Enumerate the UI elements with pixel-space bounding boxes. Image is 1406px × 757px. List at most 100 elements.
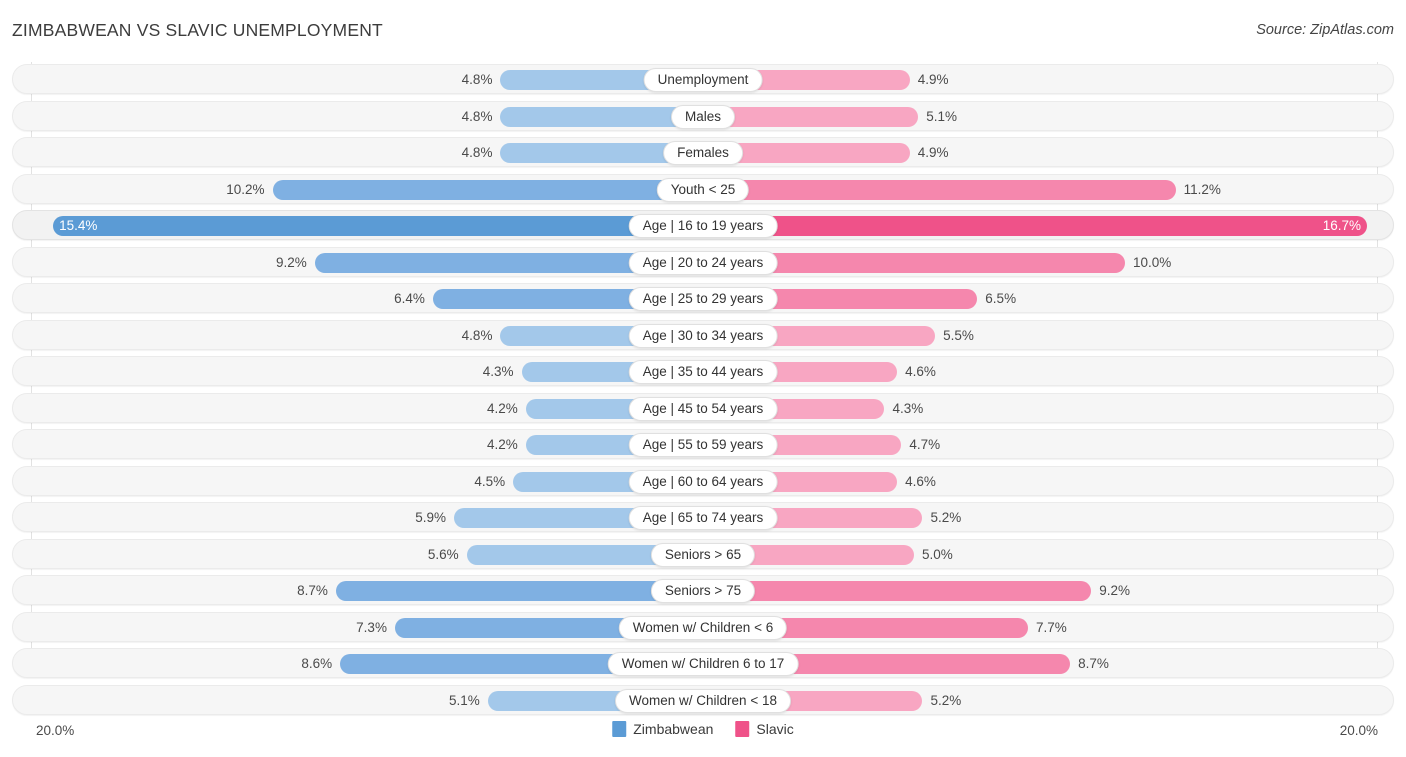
value-label-slavic: 5.1%: [926, 108, 957, 124]
table-row[interactable]: 4.8% 5.1% Males: [12, 100, 1394, 131]
bar-track: 8.7% 9.2% Seniors > 75: [13, 576, 1393, 604]
value-label-slavic: 9.2%: [1099, 583, 1131, 598]
legend-swatch-icon: [735, 721, 750, 737]
table-row[interactable]: 4.2% 4.7% Age | 55 to 59 years: [12, 429, 1394, 459]
bar-track: 4.2% 4.3% Age | 45 to 54 years: [13, 394, 1393, 422]
category-label-pill: Age | 16 to 19 years: [628, 214, 778, 238]
legend-item-blue[interactable]: Zimbabwean: [612, 721, 713, 737]
bar-track: 4.8% 4.9% Females: [13, 138, 1393, 166]
table-row[interactable]: 8.6% 8.7% Women w/ Children 6 to 17: [12, 648, 1394, 678]
chart-legend: Zimbabwean Slavic: [612, 721, 794, 737]
table-row[interactable]: 4.2% 4.3% Age | 45 to 54 years: [12, 392, 1394, 423]
axis-label-left: 20.0%: [36, 723, 75, 738]
table-row[interactable]: 5.1% 5.2% Women w/ Children < 18: [12, 684, 1394, 715]
bar-slavic: [703, 581, 1092, 601]
table-row[interactable]: 6.4% 6.5% Age | 25 to 29 years: [12, 283, 1394, 313]
value-label-zimbabwean: 4.3%: [482, 364, 514, 379]
value-label-slavic: 5.5%: [943, 327, 974, 343]
category-label-pill: Women w/ Children < 6: [618, 615, 788, 640]
bar-slavic: [703, 106, 919, 127]
bar-track: 4.3% 4.6% Age | 35 to 44 years: [13, 357, 1393, 385]
value-label-slavic: 11.2%: [1183, 181, 1221, 197]
legend-label: Slavic: [756, 721, 794, 737]
value-label-zimbabwean: 5.9%: [415, 510, 447, 525]
category-label-pill: Seniors > 75: [650, 579, 756, 603]
value-label-slavic: 6.5%: [985, 291, 1017, 306]
value-label-zimbabwean: 7.3%: [356, 619, 387, 635]
table-row[interactable]: 4.8% 4.9% Females: [12, 137, 1394, 167]
value-label-zimbabwean: 5.6%: [427, 546, 459, 562]
value-label-zimbabwean: 8.7%: [297, 583, 328, 598]
table-row[interactable]: 8.7% 9.2% Seniors > 75: [12, 575, 1394, 605]
category-label-pill: Age | 25 to 29 years: [628, 287, 778, 311]
value-label-zimbabwean: 4.8%: [461, 72, 493, 87]
category-label-pill: Women w/ Children 6 to 17: [607, 652, 799, 676]
table-row[interactable]: 5.9% 5.2% Age | 65 to 74 years: [12, 502, 1394, 532]
category-label-pill: Youth < 25: [656, 177, 750, 202]
bar-track: 9.2% 10.0% Age | 20 to 24 years: [13, 248, 1393, 276]
value-label-slavic: 10.0%: [1133, 254, 1172, 270]
value-label-slavic: 4.6%: [905, 364, 936, 379]
value-label-slavic: 5.2%: [930, 510, 962, 525]
page-title: ZIMBABWEAN VS SLAVIC UNEMPLOYMENT: [12, 20, 383, 40]
value-label-slavic: 4.9%: [917, 72, 949, 87]
category-label-pill: Females: [663, 141, 743, 165]
category-label-pill: Age | 35 to 44 years: [628, 360, 778, 384]
bar-slavic: [703, 179, 1176, 200]
value-label-zimbabwean: 4.8%: [461, 327, 493, 343]
legend-swatch-icon: [612, 721, 627, 737]
value-label-slavic: 4.3%: [892, 400, 924, 416]
bar-zimbabwean: [53, 216, 703, 236]
bar-track: 4.8% 4.9% Unemployment: [13, 65, 1393, 93]
bar-slavic: [703, 216, 1367, 236]
value-label-slavic: 5.2%: [930, 692, 962, 708]
bar-track: 4.5% 4.6% Age | 60 to 64 years: [13, 467, 1393, 495]
bar-track: 4.8% 5.1% Males: [13, 102, 1393, 130]
legend-label: Zimbabwean: [633, 721, 714, 737]
value-label-zimbabwean: 9.2%: [275, 254, 307, 270]
chart-footer: 20.0% 20.0% Zimbabwean Slavic: [0, 717, 1406, 749]
value-label-slavic: 4.6%: [905, 473, 936, 489]
bar-track: 5.1% 5.2% Women w/ Children < 18: [13, 686, 1393, 714]
table-row[interactable]: 4.8% 4.9% Unemployment: [12, 64, 1394, 94]
bar-rows-container: 4.8% 4.9% Unemployment 4.8% 5.1% Males 4.8% 4.9…: [12, 64, 1394, 721]
value-label-zimbabwean: 15.4%: [59, 218, 98, 233]
bar-zimbabwean: [272, 179, 703, 200]
value-label-zimbabwean: 8.6%: [301, 656, 333, 671]
category-label-pill: Males: [670, 104, 736, 129]
bar-track: 15.4% 16.7% Age | 16 to 19 years: [13, 211, 1393, 239]
table-row[interactable]: 15.4% 16.7% Age | 16 to 19 years: [12, 210, 1394, 240]
value-label-slavic: 16.7%: [1322, 218, 1361, 233]
table-row[interactable]: 7.3% 7.7% Women w/ Children < 6: [12, 611, 1394, 642]
axis-label-right: 20.0%: [1339, 723, 1378, 738]
table-row[interactable]: 10.2% 11.2% Youth < 25: [12, 173, 1394, 204]
value-label-zimbabwean: 5.1%: [449, 692, 480, 708]
bar-zimbabwean: [335, 581, 703, 601]
bar-track: 10.2% 11.2% Youth < 25: [13, 175, 1393, 203]
bar-track: 4.2% 4.7% Age | 55 to 59 years: [13, 430, 1393, 458]
value-label-zimbabwean: 4.2%: [486, 437, 518, 452]
table-row[interactable]: 4.3% 4.6% Age | 35 to 44 years: [12, 356, 1394, 386]
value-label-slavic: 4.9%: [917, 145, 949, 160]
category-label-pill: Age | 30 to 34 years: [628, 323, 778, 348]
value-label-zimbabwean: 6.4%: [394, 291, 425, 306]
value-label-zimbabwean: 4.5%: [474, 473, 506, 489]
value-label-zimbabwean: 4.8%: [461, 145, 493, 160]
table-row[interactable]: 9.2% 10.0% Age | 20 to 24 years: [12, 246, 1394, 277]
category-label-pill: Seniors > 65: [650, 542, 756, 567]
legend-item-pink[interactable]: Slavic: [735, 721, 794, 737]
category-label-pill: Age | 45 to 54 years: [628, 396, 778, 421]
category-label-pill: Age | 20 to 24 years: [628, 250, 778, 275]
value-label-slavic: 4.7%: [909, 437, 941, 452]
category-label-pill: Women w/ Children < 18: [615, 688, 791, 713]
category-label-pill: Age | 60 to 64 years: [628, 469, 778, 494]
bar-track: 4.8% 5.5% Age | 30 to 34 years: [13, 321, 1393, 349]
table-row[interactable]: 5.6% 5.0% Seniors > 65: [12, 538, 1394, 569]
bar-track: 5.9% 5.2% Age | 65 to 74 years: [13, 503, 1393, 531]
table-row[interactable]: 4.8% 5.5% Age | 30 to 34 years: [12, 319, 1394, 350]
category-label-pill: Age | 55 to 59 years: [628, 433, 778, 457]
chart-plot-area: 4.8% 4.9% Unemployment 4.8% 5.1% Males 4.8% 4.9…: [0, 62, 1406, 719]
value-label-zimbabwean: 4.2%: [486, 400, 518, 416]
table-row[interactable]: 4.5% 4.6% Age | 60 to 64 years: [12, 465, 1394, 496]
category-label-pill: Unemployment: [643, 68, 763, 92]
